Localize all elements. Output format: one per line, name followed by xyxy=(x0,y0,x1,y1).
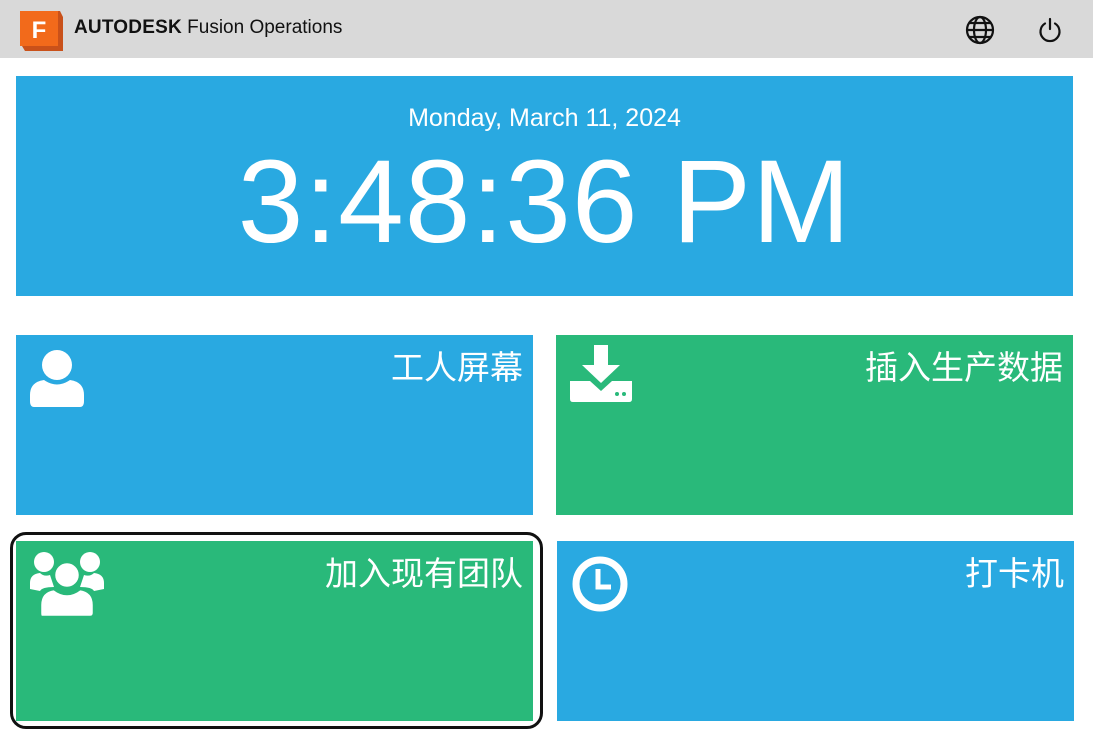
app-title: AUTODESK Fusion Operations xyxy=(74,16,342,40)
current-date: Monday, March 11, 2024 xyxy=(408,104,681,132)
tile-join-existing-team-label: 加入现有团队 xyxy=(325,554,523,593)
tile-worker-screen[interactable]: 工人屏幕 xyxy=(16,335,533,515)
group-icon xyxy=(30,551,104,622)
top-bar: F AUTODESK Fusion Operations xyxy=(0,0,1093,58)
product-name: Fusion Operations xyxy=(181,17,343,38)
clock-panel: Monday, March 11, 2024 3:48:36 PM xyxy=(16,76,1073,296)
tile-insert-production-data[interactable]: 插入生产数据 xyxy=(556,335,1073,515)
brand-name: AUTODESK xyxy=(74,17,182,38)
power-icon[interactable] xyxy=(1034,14,1066,46)
current-time: 3:48:36 PM xyxy=(237,136,852,268)
globe-icon[interactable] xyxy=(964,14,996,46)
tile-time-clock-label: 打卡机 xyxy=(965,554,1064,593)
tile-worker-screen-label: 工人屏幕 xyxy=(391,348,523,387)
logo-letter: F xyxy=(32,17,47,44)
tile-insert-production-data-label: 插入生产数据 xyxy=(865,348,1063,387)
download-icon xyxy=(570,345,632,408)
fusion-logo-icon: F xyxy=(20,11,63,51)
clock-icon xyxy=(571,555,629,618)
tile-time-clock[interactable]: 打卡机 xyxy=(557,541,1074,721)
user-icon xyxy=(30,349,84,412)
tile-join-existing-team[interactable]: 加入现有团队 xyxy=(16,541,533,721)
